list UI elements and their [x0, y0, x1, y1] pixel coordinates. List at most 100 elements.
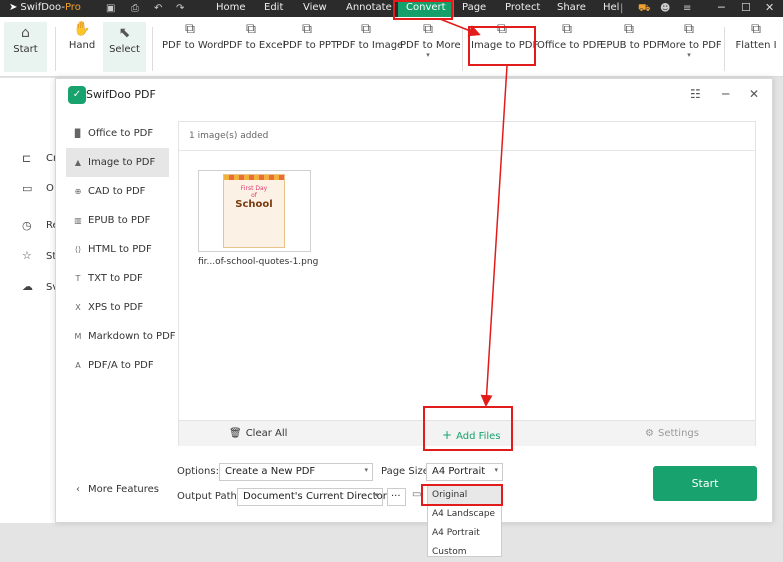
hamburger-icon[interactable]: ≡: [683, 3, 691, 14]
recent-icon: ◷: [22, 219, 32, 232]
cursor-icon: ⬉: [118, 25, 131, 41]
browse-button[interactable]: ···: [387, 488, 406, 506]
file-thumbnail[interactable]: First Day of School: [198, 170, 311, 252]
chevron-down-icon: ▾: [687, 51, 691, 59]
poster-text-1: First Day: [240, 185, 268, 192]
settings-button[interactable]: ⚙ Settings: [645, 428, 699, 439]
epub-to-pdf-button[interactable]: ⧉ EPUB to PDF: [600, 21, 662, 51]
pdf-to-image-button[interactable]: ⧉ PDF to Image: [336, 21, 403, 51]
ribbon-toolbar: ⌂ Start ✋ Hand ⬉ Select ⧉ PDF to Word ⧉ PDF t…: [0, 17, 783, 77]
trash-icon: 🗑: [229, 428, 242, 439]
minimize-icon[interactable]: ─: [722, 87, 729, 101]
sidebar-item-html-to-pdf[interactable]: ⟨⟩ HTML to PDF: [66, 235, 169, 264]
more-icon: ⧉: [423, 21, 433, 37]
excel-icon: ⧉: [246, 21, 256, 37]
chevron-down-icon: ▾: [494, 466, 498, 474]
highlight-add-files: [423, 406, 513, 451]
cloud-icon: ☁: [22, 280, 33, 293]
left-item-open[interactable]: O: [46, 183, 54, 194]
sidebar-item-image-to-pdf[interactable]: ▲ Image to PDF: [66, 148, 169, 177]
menu-view[interactable]: View: [303, 2, 327, 13]
file-panel: 1 image(s) added First Day of School fir…: [178, 121, 756, 446]
pdf-to-ppt-button[interactable]: ⧉ PDF to PPT: [283, 21, 337, 51]
home-icon: ⌂: [21, 25, 30, 41]
print-icon[interactable]: ⎙: [131, 3, 139, 14]
output-path-label: Output Path:: [177, 491, 241, 502]
feedback-icon[interactable]: ☷: [690, 87, 701, 101]
pdf-to-more-button[interactable]: ⧉ PDF to More ▾: [400, 21, 461, 59]
save-icon[interactable]: ▣: [106, 3, 115, 14]
office-to-pdf-button[interactable]: ⧉ Office to PDF: [537, 21, 602, 51]
dropdown-option-a4-portrait[interactable]: A4 Portrait: [428, 524, 501, 543]
redo-icon[interactable]: ↷: [176, 3, 184, 14]
chevron-down-icon: ▾: [364, 466, 368, 474]
dropdown-option-custom[interactable]: Custom: [428, 543, 501, 562]
ppt-icon: ⧉: [302, 21, 312, 37]
txt-icon: T: [75, 274, 81, 283]
select-tool-button[interactable]: ⬉ Select: [103, 22, 146, 72]
hand-tool-button[interactable]: ✋ Hand: [63, 21, 101, 51]
convert-dialog: ✓ SwifDoo PDF ☷ ─ ✕ ▉ Office to PDF ▲ Imag…: [55, 78, 773, 523]
clear-all-button[interactable]: 🗑 Clear All: [229, 428, 287, 439]
gear-icon: ⚙: [645, 428, 654, 439]
markdown-icon: M: [74, 332, 82, 341]
close-icon[interactable]: ✕: [749, 87, 759, 101]
ribbon-divider: [55, 27, 56, 71]
epub-icon: ⧉: [624, 21, 634, 37]
dropdown-option-a4-landscape[interactable]: A4 Landscape: [428, 505, 501, 524]
sidebar-item-pdfa-to-pdf[interactable]: A PDF/A to PDF: [66, 351, 169, 380]
chevron-down-icon: ▾: [426, 51, 430, 59]
epub-icon: ▥: [74, 216, 82, 225]
pdf-to-word-button[interactable]: ⧉ PDF to Word: [162, 21, 224, 51]
chevron-left-icon: ‹: [76, 484, 80, 495]
cart-icon[interactable]: ⛟: [638, 3, 651, 16]
swifdoo-logo-icon: ✓: [68, 86, 86, 104]
options-select[interactable]: Create a New PDF ▾: [219, 463, 373, 481]
bunting-decoration: [224, 175, 284, 180]
highlight-image-to-pdf: [468, 26, 536, 66]
options-label: Options:: [177, 466, 219, 477]
page-size-select[interactable]: A4 Portrait ▾: [426, 463, 503, 481]
maximize-icon[interactable]: ☐: [741, 1, 751, 14]
highlight-original: [421, 484, 503, 506]
sidebar-item-epub-to-pdf[interactable]: ▥ EPUB to PDF: [66, 206, 169, 235]
menu-home[interactable]: Home: [216, 2, 246, 13]
pdf-to-excel-button[interactable]: ⧉ PDF to Excel: [223, 21, 285, 51]
minimize-icon[interactable]: ─: [718, 1, 725, 14]
menu-share[interactable]: Share: [557, 2, 586, 13]
chevron-down-icon: ▾: [374, 491, 378, 499]
title-bar: ➤ SwifDoo-Pro ▣ ⎙ ↶ ↷ Home Edit View Anno…: [0, 0, 783, 17]
start-convert-button[interactable]: Start: [653, 466, 757, 501]
sidebar-item-office-to-pdf[interactable]: ▉ Office to PDF: [66, 119, 169, 148]
page-size-label: Page Size:: [381, 466, 433, 477]
divider-icon: |: [620, 3, 624, 14]
undo-icon[interactable]: ↶: [154, 3, 162, 14]
home-left-panel: ⊏ ▭ ◷ ☆ ☁ Cr O Re St Sv: [0, 78, 59, 523]
sidebar-item-cad-to-pdf[interactable]: ⊕ CAD to PDF: [66, 177, 169, 206]
menu-annotate[interactable]: Annotate: [346, 2, 392, 13]
file-name: fir...of-school-quotes-1.png: [198, 257, 319, 267]
hand-icon: ✋: [73, 21, 91, 37]
cad-icon: ⊕: [74, 187, 82, 196]
sidebar-item-xps-to-pdf[interactable]: X XPS to PDF: [66, 293, 169, 322]
user-icon[interactable]: ☻: [660, 3, 670, 14]
menu-protect[interactable]: Protect: [505, 2, 540, 13]
ribbon-divider: [462, 27, 463, 71]
menu-help[interactable]: Hel: [603, 2, 619, 13]
menu-page[interactable]: Page: [462, 2, 486, 13]
dialog-title: SwifDoo PDF: [86, 88, 156, 101]
more-to-pdf-button[interactable]: ⧉ More to PDF ▾: [661, 21, 722, 59]
menu-edit[interactable]: Edit: [264, 2, 283, 13]
flatten-button[interactable]: ⧉ Flatten I: [734, 21, 778, 51]
more-features-link[interactable]: ‹ More Features: [76, 484, 159, 495]
office-icon: ▉: [74, 129, 82, 138]
output-path-select[interactable]: Document's Current Directory ▾: [237, 488, 393, 506]
office-icon: ⧉: [562, 21, 572, 37]
sidebar-item-txt-to-pdf[interactable]: T TXT to PDF: [66, 264, 169, 293]
pdfa-icon: A: [75, 361, 81, 370]
highlight-convert: [393, 0, 453, 20]
sidebar-item-markdown-to-pdf[interactable]: M Markdown to PDF: [66, 322, 176, 351]
start-button[interactable]: ⌂ Start: [4, 22, 47, 72]
close-icon[interactable]: ✕: [765, 1, 774, 14]
poster-image: First Day of School: [223, 174, 285, 248]
